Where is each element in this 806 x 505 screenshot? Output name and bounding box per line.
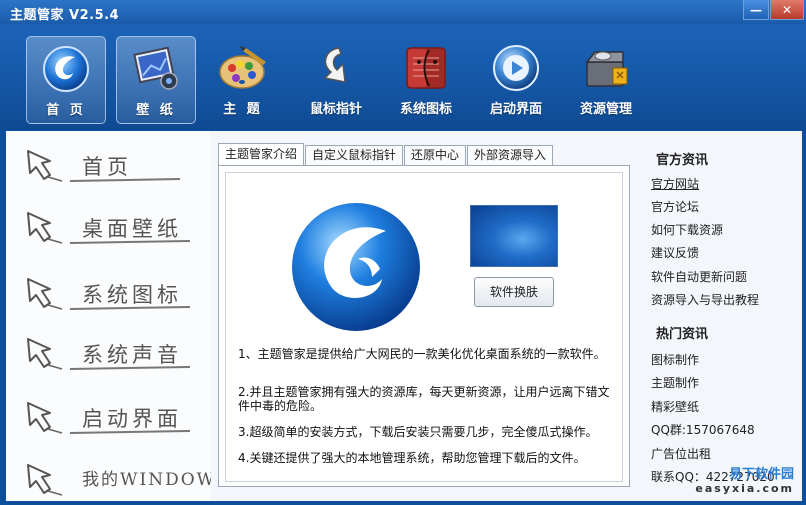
nav-label: 首页: [82, 155, 132, 179]
link-wallpapers[interactable]: 精彩壁纸: [651, 398, 699, 415]
link-theme-making[interactable]: 主题制作: [651, 374, 699, 391]
link-official-site[interactable]: 官方网站: [651, 175, 699, 192]
sketch-arrow-icon: [27, 338, 63, 370]
nav-label: 桌面壁纸: [82, 217, 182, 241]
intro-panel: 主题管家介绍 自定义鼠标指针 还原中心 外部资源导入 软件换肤 1、主题管家是提…: [218, 141, 630, 489]
link-feedback[interactable]: 建议反馈: [651, 244, 699, 261]
link-auto-update[interactable]: 软件自动更新问题: [651, 268, 747, 285]
wallpaper-icon: [133, 46, 178, 90]
nav-item-wallpaper[interactable]: 桌面壁纸: [20, 205, 210, 249]
link-how-to-download[interactable]: 如何下载资源: [651, 221, 723, 238]
title-bar[interactable]: 主题管家 V2.5.4 — ✕: [0, 0, 806, 24]
watermark-en: easyxia.com: [695, 482, 794, 495]
intro-line-1: 1、主题管家是提供给广大网民的一款美化优化桌面系统的一款软件。: [238, 347, 606, 361]
nav-item-my-windows[interactable]: 我的WINDOWS: [20, 457, 211, 501]
nav-label: 我的WINDOWS: [82, 470, 211, 490]
toolbar-cursor-button[interactable]: 鼠标指针: [296, 36, 376, 124]
toolbar-wallpaper-button[interactable]: 壁 纸: [116, 36, 196, 124]
palette-icon: [219, 46, 266, 89]
toolbar-label: 首 页: [46, 103, 86, 118]
toolbar-system-icon-button[interactable]: 系统图标: [386, 36, 466, 124]
toolbar-home-button[interactable]: 首 页: [26, 36, 106, 124]
mac-finder-icon: [406, 47, 446, 89]
nav-item-system-icons[interactable]: 系统图标: [20, 271, 210, 315]
play-icon: [493, 45, 539, 91]
nav-item-system-sounds[interactable]: 系统声音: [20, 331, 210, 375]
hot-news-heading: 热门资讯: [656, 327, 709, 342]
nav-item-boot-screen[interactable]: 启动界面: [20, 395, 210, 439]
intro-line-2: 2.并且主题管家拥有强大的资源库，每天更新资源，让用户远离下错文件中毒的危险。: [238, 385, 610, 413]
toolbar-label: 资源管理: [579, 102, 632, 117]
tab-external-import[interactable]: 外部资源导入: [467, 145, 554, 165]
home-logo-icon: [43, 46, 89, 92]
intro-line-3: 3.超级简单的安装方式，下载后安装只需要几步，完全傻瓜式操作。: [238, 425, 598, 439]
tab-strip: 主题管家介绍 自定义鼠标指针 还原中心 外部资源导入: [218, 143, 554, 165]
toolbar-label: 主 题: [223, 102, 263, 117]
sketch-arrow-icon: [27, 150, 63, 182]
tab-intro[interactable]: 主题管家介绍: [218, 143, 305, 165]
sketch-arrow-icon: [27, 402, 63, 434]
left-navigation: 首页 桌面壁纸 系统图标 系统声音 启动界面 我的WINDOW: [6, 131, 211, 501]
link-icon-making[interactable]: 图标制作: [651, 351, 699, 368]
window-title: 主题管家 V2.5.4: [10, 8, 120, 23]
toolbar-label: 系统图标: [399, 102, 452, 117]
tab-body: 软件换肤 1、主题管家是提供给广大网民的一款美化优化桌面系统的一款软件。 2.并…: [218, 165, 630, 487]
tab-restore-center[interactable]: 还原中心: [404, 145, 467, 165]
sketch-arrow-icon: [27, 464, 63, 496]
sketch-arrow-icon: [27, 212, 63, 244]
toolbox-icon: [585, 51, 628, 87]
toolbar-theme-button[interactable]: 主 题: [203, 36, 283, 124]
skin-preview-image: [470, 205, 558, 267]
cursor-arrow-icon: [323, 47, 346, 83]
official-news-heading: 官方资讯: [656, 153, 709, 168]
change-skin-button[interactable]: 软件换肤: [474, 277, 554, 307]
nav-label: 系统图标: [82, 283, 182, 307]
toolbar-label: 鼠标指针: [309, 102, 362, 117]
nav-label: 启动界面: [82, 407, 182, 431]
window-controls: — ✕: [743, 0, 804, 20]
link-official-forum[interactable]: 官方论坛: [651, 198, 699, 215]
minimize-button[interactable]: —: [743, 0, 769, 20]
intro-content: 软件换肤 1、主题管家是提供给广大网民的一款美化优化桌面系统的一款软件。 2.并…: [225, 172, 623, 482]
toolbar-label: 启动界面: [489, 102, 542, 117]
main-toolbar: 首 页 壁 纸 主 题 鼠标指针 系统图标 启动界面 资源管理: [0, 24, 806, 130]
content-area: 首页 桌面壁纸 系统图标 系统声音 启动界面 我的WINDOW 主题管家介绍 自…: [6, 131, 802, 501]
nav-label: 系统声音: [82, 343, 182, 367]
link-ad-rental[interactable]: 广告位出租: [651, 445, 711, 462]
qq-group-text: QQ群:157067648: [651, 423, 755, 437]
link-import-export-tutorial[interactable]: 资源导入与导出教程: [651, 291, 759, 308]
toolbar-label: 壁 纸: [136, 103, 176, 118]
toolbar-boot-screen-button[interactable]: 启动界面: [476, 36, 556, 124]
nav-item-home[interactable]: 首页: [20, 143, 210, 187]
intro-line-4: 4.关键还提供了强大的本地管理系统，帮助您管理下载后的文件。: [238, 451, 586, 465]
toolbar-resource-button[interactable]: 资源管理: [566, 36, 646, 124]
sketch-arrow-icon: [27, 278, 63, 310]
news-sidebar: 官方资讯 官方网站 官方论坛 如何下载资源 建议反馈 软件自动更新问题 资源导入…: [642, 131, 802, 501]
close-button[interactable]: ✕: [770, 0, 804, 20]
app-logo-icon: [292, 203, 420, 331]
watermark-cn: 易下软件园: [728, 467, 794, 482]
app-window: 主题管家 V2.5.4 — ✕ 首 页 壁 纸 主 题 鼠标指针 系统图标 启动…: [0, 0, 806, 505]
site-watermark: 易下软件园 easyxia.com: [684, 463, 794, 499]
tab-custom-cursor[interactable]: 自定义鼠标指针: [305, 145, 404, 165]
